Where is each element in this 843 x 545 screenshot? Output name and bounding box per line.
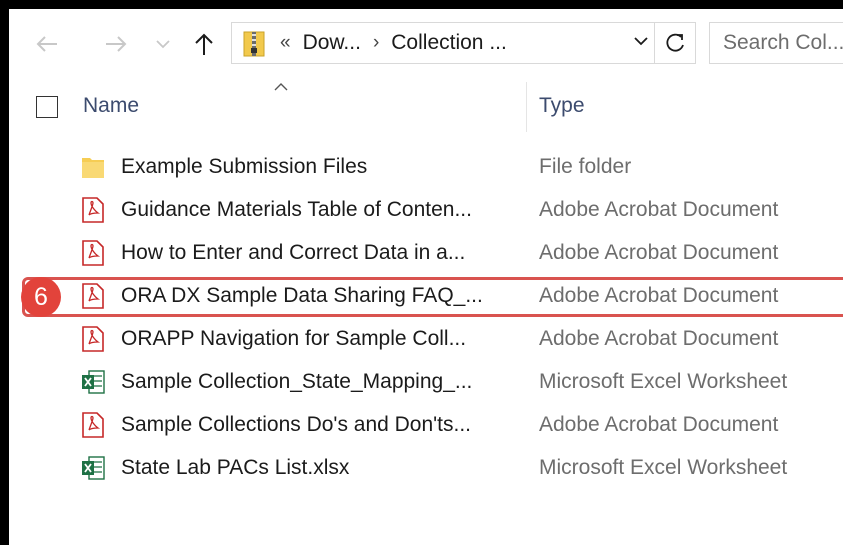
- up-button[interactable]: [191, 20, 217, 68]
- address-bar[interactable]: « Dow... › Collection ...: [231, 22, 696, 64]
- file-type: Microsoft Excel Worksheet: [539, 456, 788, 479]
- back-button[interactable]: [32, 20, 62, 68]
- window-border-left: [0, 0, 9, 545]
- breadcrumb-separator-icon[interactable]: ›: [373, 32, 379, 54]
- pdf-icon: [82, 412, 104, 438]
- file-type: Adobe Acrobat Document: [539, 198, 779, 221]
- file-row[interactable]: State Lab PACs List.xlsx Microsoft Excel…: [9, 447, 843, 490]
- column-header-row: Name Type: [9, 80, 843, 132]
- chevron-down-icon: [156, 40, 170, 49]
- file-row[interactable]: How to Enter and Correct Data in a... Ad…: [9, 232, 843, 275]
- file-name[interactable]: Sample Collections Do's and Don'ts...: [121, 413, 471, 437]
- back-arrow-icon: [36, 36, 57, 52]
- file-type: Adobe Acrobat Document: [539, 327, 779, 350]
- up-arrow-icon: [195, 33, 213, 55]
- navigation-bar: « Dow... › Collection ... Search Col...: [9, 20, 843, 68]
- refresh-button[interactable]: [654, 23, 695, 63]
- zip-folder-icon: [243, 31, 265, 57]
- forward-arrow-icon: [106, 36, 127, 52]
- file-type: Adobe Acrobat Document: [539, 413, 779, 436]
- pdf-icon: [82, 197, 104, 223]
- file-name[interactable]: ORAPP Navigation for Sample Coll...: [121, 327, 466, 351]
- file-type: File folder: [539, 155, 632, 178]
- window-border-top: [0, 0, 843, 9]
- file-explorer-window: « Dow... › Collection ... Search Col... …: [0, 0, 843, 545]
- file-name[interactable]: How to Enter and Correct Data in a...: [121, 241, 465, 265]
- file-row[interactable]: ORAPP Navigation for Sample Coll... Adob…: [9, 318, 843, 361]
- file-row[interactable]: Guidance Materials Table of Conten... Ad…: [9, 189, 843, 232]
- file-name[interactable]: Sample Collection_State_Mapping_...: [121, 370, 472, 394]
- type-column-header[interactable]: Type: [539, 94, 585, 118]
- file-type: Adobe Acrobat Document: [539, 241, 779, 264]
- file-type: Microsoft Excel Worksheet: [539, 370, 788, 393]
- file-name[interactable]: State Lab PACs List.xlsx: [121, 456, 349, 480]
- breadcrumb-downloads[interactable]: Dow...: [303, 31, 361, 55]
- select-all-checkbox[interactable]: [36, 96, 58, 118]
- overflow-chevron[interactable]: «: [280, 32, 291, 54]
- column-divider[interactable]: [526, 82, 527, 132]
- refresh-icon: [666, 33, 684, 52]
- pdf-icon: [82, 240, 104, 266]
- file-name[interactable]: Guidance Materials Table of Conten...: [121, 198, 472, 222]
- breadcrumb-collection[interactable]: Collection ...: [391, 31, 507, 55]
- step-highlight-box: [22, 277, 843, 317]
- file-row[interactable]: Sample Collection_State_Mapping_... Micr…: [9, 361, 843, 404]
- step-number-badge: 6: [21, 277, 61, 317]
- address-dropdown-icon[interactable]: [633, 35, 649, 47]
- file-row[interactable]: Example Submission Files File folder: [9, 146, 843, 189]
- excel-icon: [82, 456, 105, 480]
- pdf-icon: [82, 326, 104, 352]
- name-column-header[interactable]: Name: [83, 94, 139, 118]
- file-row[interactable]: Sample Collections Do's and Don'ts... Ad…: [9, 404, 843, 447]
- excel-icon: [82, 370, 105, 394]
- folder-icon: [82, 158, 104, 178]
- search-input[interactable]: Search Col...: [709, 22, 843, 64]
- recent-locations-button[interactable]: [152, 20, 174, 68]
- sort-ascending-icon: [274, 83, 288, 91]
- file-name[interactable]: Example Submission Files: [121, 155, 367, 179]
- forward-button[interactable]: [101, 20, 131, 68]
